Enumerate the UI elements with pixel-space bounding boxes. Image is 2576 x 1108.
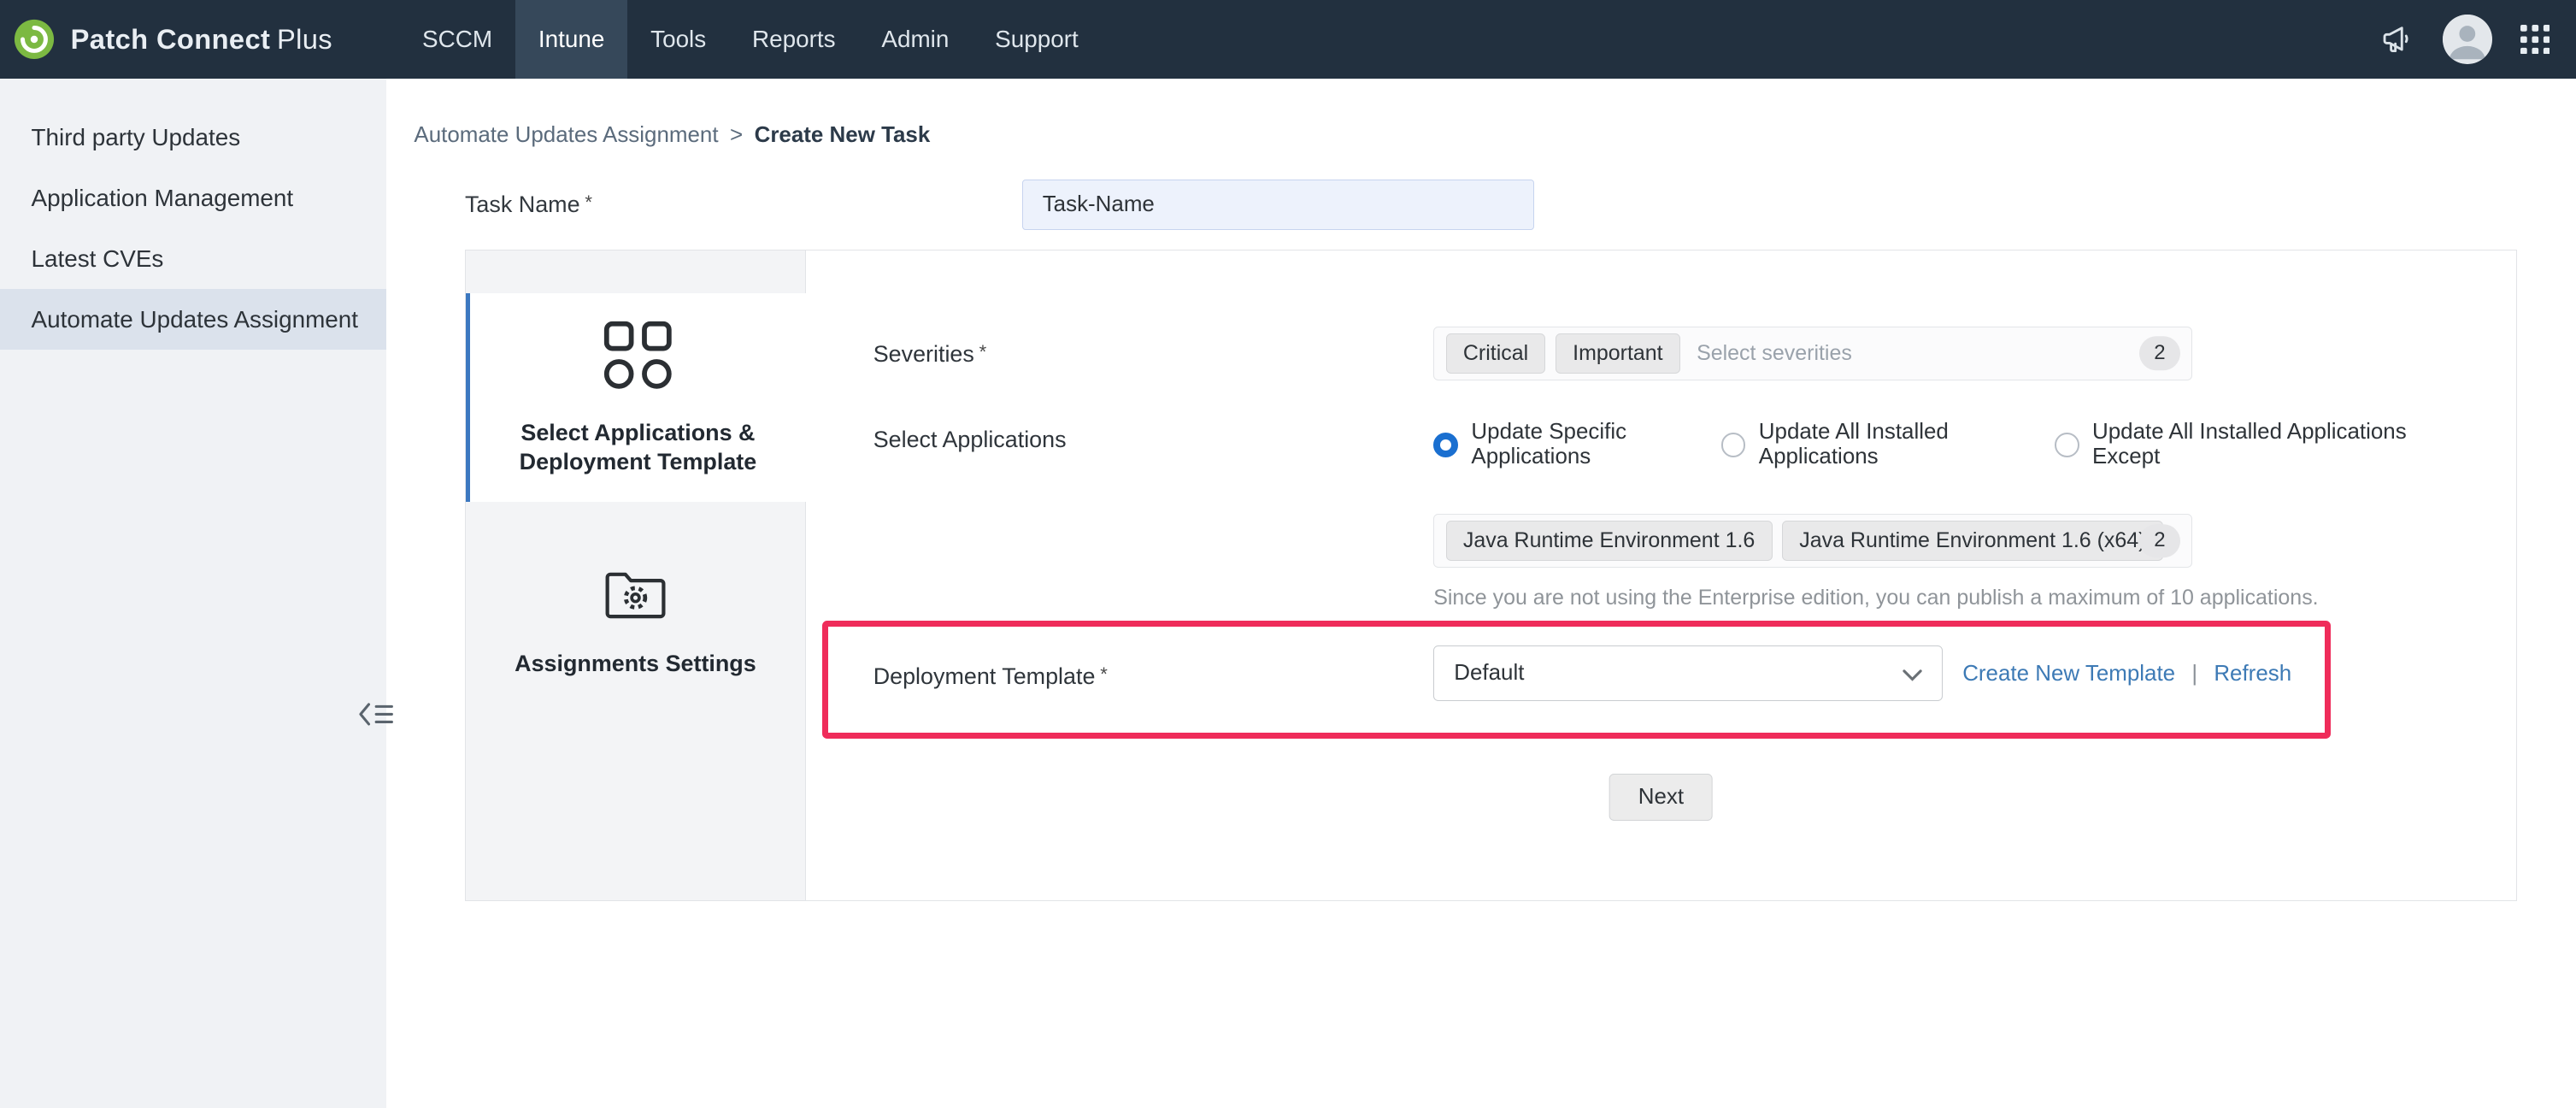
sidebar-item-third-party-updates[interactable]: Third party Updates — [0, 107, 386, 168]
application-chip-jre16: Java Runtime Environment 1.6 — [1446, 521, 1773, 560]
step-tab-select-applications[interactable]: Select Applications & Deployment Templat… — [466, 293, 806, 502]
chevron-left-lines-icon — [358, 702, 394, 727]
step-title-assignments-settings: Assignments Settings — [494, 649, 777, 678]
radio-unselected-icon — [2055, 433, 2079, 457]
deployment-template-select[interactable]: Default — [1433, 645, 1943, 701]
nav-tab-tools[interactable]: Tools — [627, 0, 729, 79]
folder-gear-icon — [604, 566, 667, 627]
nav-tab-intune[interactable]: Intune — [515, 0, 627, 79]
severities-count-badge: 2 — [2139, 337, 2180, 371]
applications-grid-icon — [602, 319, 674, 398]
refresh-link[interactable]: Refresh — [2214, 662, 2291, 687]
navbar-actions — [2380, 15, 2576, 64]
severities-multiselect[interactable]: Critical Important Select severities 2 — [1433, 327, 2192, 380]
task-name-label: Task Name* — [465, 192, 1022, 218]
required-mark: * — [585, 192, 592, 213]
applications-count-badge: 2 — [2139, 524, 2180, 558]
page: Patch ConnectPlus SCCM Intune Tools Repo… — [0, 0, 2576, 1108]
required-mark: * — [1100, 663, 1108, 685]
nav-tab-reports[interactable]: Reports — [729, 0, 858, 79]
nav-tab-admin[interactable]: Admin — [858, 0, 972, 79]
radio-update-all-installed-applications-except[interactable]: Update All Installed Applications Except — [2055, 420, 2461, 469]
next-button[interactable]: Next — [1609, 774, 1713, 822]
breadcrumb: Automate Updates Assignment > Create New… — [414, 123, 2576, 148]
severity-chip-critical: Critical — [1446, 333, 1546, 373]
deployment-template-label-text: Deployment Template — [873, 663, 1096, 689]
step-content: Severities* Critical Important Select se… — [806, 250, 2516, 899]
brand: Patch ConnectPlus — [0, 18, 386, 61]
application-chip-jre16-x64: Java Runtime Environment 1.6 (x64) — [1782, 521, 2163, 560]
breadcrumb-separator: > — [730, 123, 743, 148]
breadcrumb-parent[interactable]: Automate Updates Assignment — [414, 123, 718, 148]
select-applications-options: Update Specific Applications Update All … — [1433, 420, 2536, 469]
severities-label: Severities* — [873, 341, 987, 368]
chevron-down-icon — [1903, 657, 1922, 688]
notifications-icon[interactable] — [2380, 22, 2414, 56]
links-separator: | — [2191, 662, 2197, 687]
radio-update-specific-applications[interactable]: Update Specific Applications — [1433, 420, 1645, 469]
step-tab-assignments-settings[interactable]: Assignments Settings — [466, 532, 805, 712]
radio-unselected-icon — [1721, 433, 1746, 457]
step-title-select-applications: Select Applications & Deployment Templat… — [497, 418, 779, 477]
main-content: Automate Updates Assignment > Create New… — [386, 79, 2576, 1107]
task-name-row: Task Name* — [465, 180, 2576, 231]
task-name-input[interactable] — [1022, 180, 1535, 231]
template-links: Create New Template | Refresh — [1962, 662, 2291, 687]
sidebar-collapse-toggle[interactable] — [358, 702, 394, 727]
applications-multiselect[interactable]: Java Runtime Environment 1.6 Java Runtim… — [1433, 514, 2192, 568]
radio-label: Update All Installed Applications — [1759, 420, 1979, 469]
wizard-steps: Select Applications & Deployment Templat… — [466, 250, 806, 899]
task-name-label-text: Task Name — [465, 192, 580, 217]
nav-tab-sccm[interactable]: SCCM — [399, 0, 515, 79]
deployment-template-label: Deployment Template* — [873, 663, 1108, 690]
primary-nav: SCCM Intune Tools Reports Admin Support — [386, 0, 1102, 79]
severities-placeholder: Select severities — [1697, 341, 1852, 366]
radio-label: Update Specific Applications — [1471, 420, 1645, 469]
nav-tab-support[interactable]: Support — [972, 0, 1101, 79]
radio-label: Update All Installed Applications Except — [2092, 420, 2461, 469]
create-task-panel: Select Applications & Deployment Templat… — [465, 250, 2517, 900]
apps-launcher-icon[interactable] — [2520, 25, 2550, 55]
deployment-template-value: Default — [1454, 661, 1524, 686]
user-avatar[interactable] — [2443, 15, 2492, 64]
app-title: Patch ConnectPlus — [71, 23, 332, 56]
select-applications-label: Select Applications — [873, 427, 1067, 453]
required-mark: * — [979, 341, 987, 362]
severity-chip-important: Important — [1556, 333, 1680, 373]
app-logo-icon — [13, 18, 56, 61]
top-navbar: Patch ConnectPlus SCCM Intune Tools Repo… — [0, 0, 2576, 79]
enterprise-edition-note: Since you are not using the Enterprise e… — [1433, 586, 2318, 610]
app-title-light: Plus — [277, 23, 332, 55]
radio-selected-icon — [1433, 433, 1458, 457]
radio-update-all-installed-applications[interactable]: Update All Installed Applications — [1721, 420, 1979, 469]
severities-label-text: Severities — [873, 341, 974, 367]
sidebar-item-automate-updates-assignment[interactable]: Automate Updates Assignment — [0, 289, 386, 350]
sidebar-item-latest-cves[interactable]: Latest CVEs — [0, 228, 386, 289]
app-title-bold: Patch Connect — [71, 23, 271, 55]
create-new-template-link[interactable]: Create New Template — [1962, 662, 2175, 687]
breadcrumb-current: Create New Task — [755, 123, 931, 148]
sidebar-item-application-management[interactable]: Application Management — [0, 168, 386, 228]
sidebar: Third party Updates Application Manageme… — [0, 79, 386, 1107]
